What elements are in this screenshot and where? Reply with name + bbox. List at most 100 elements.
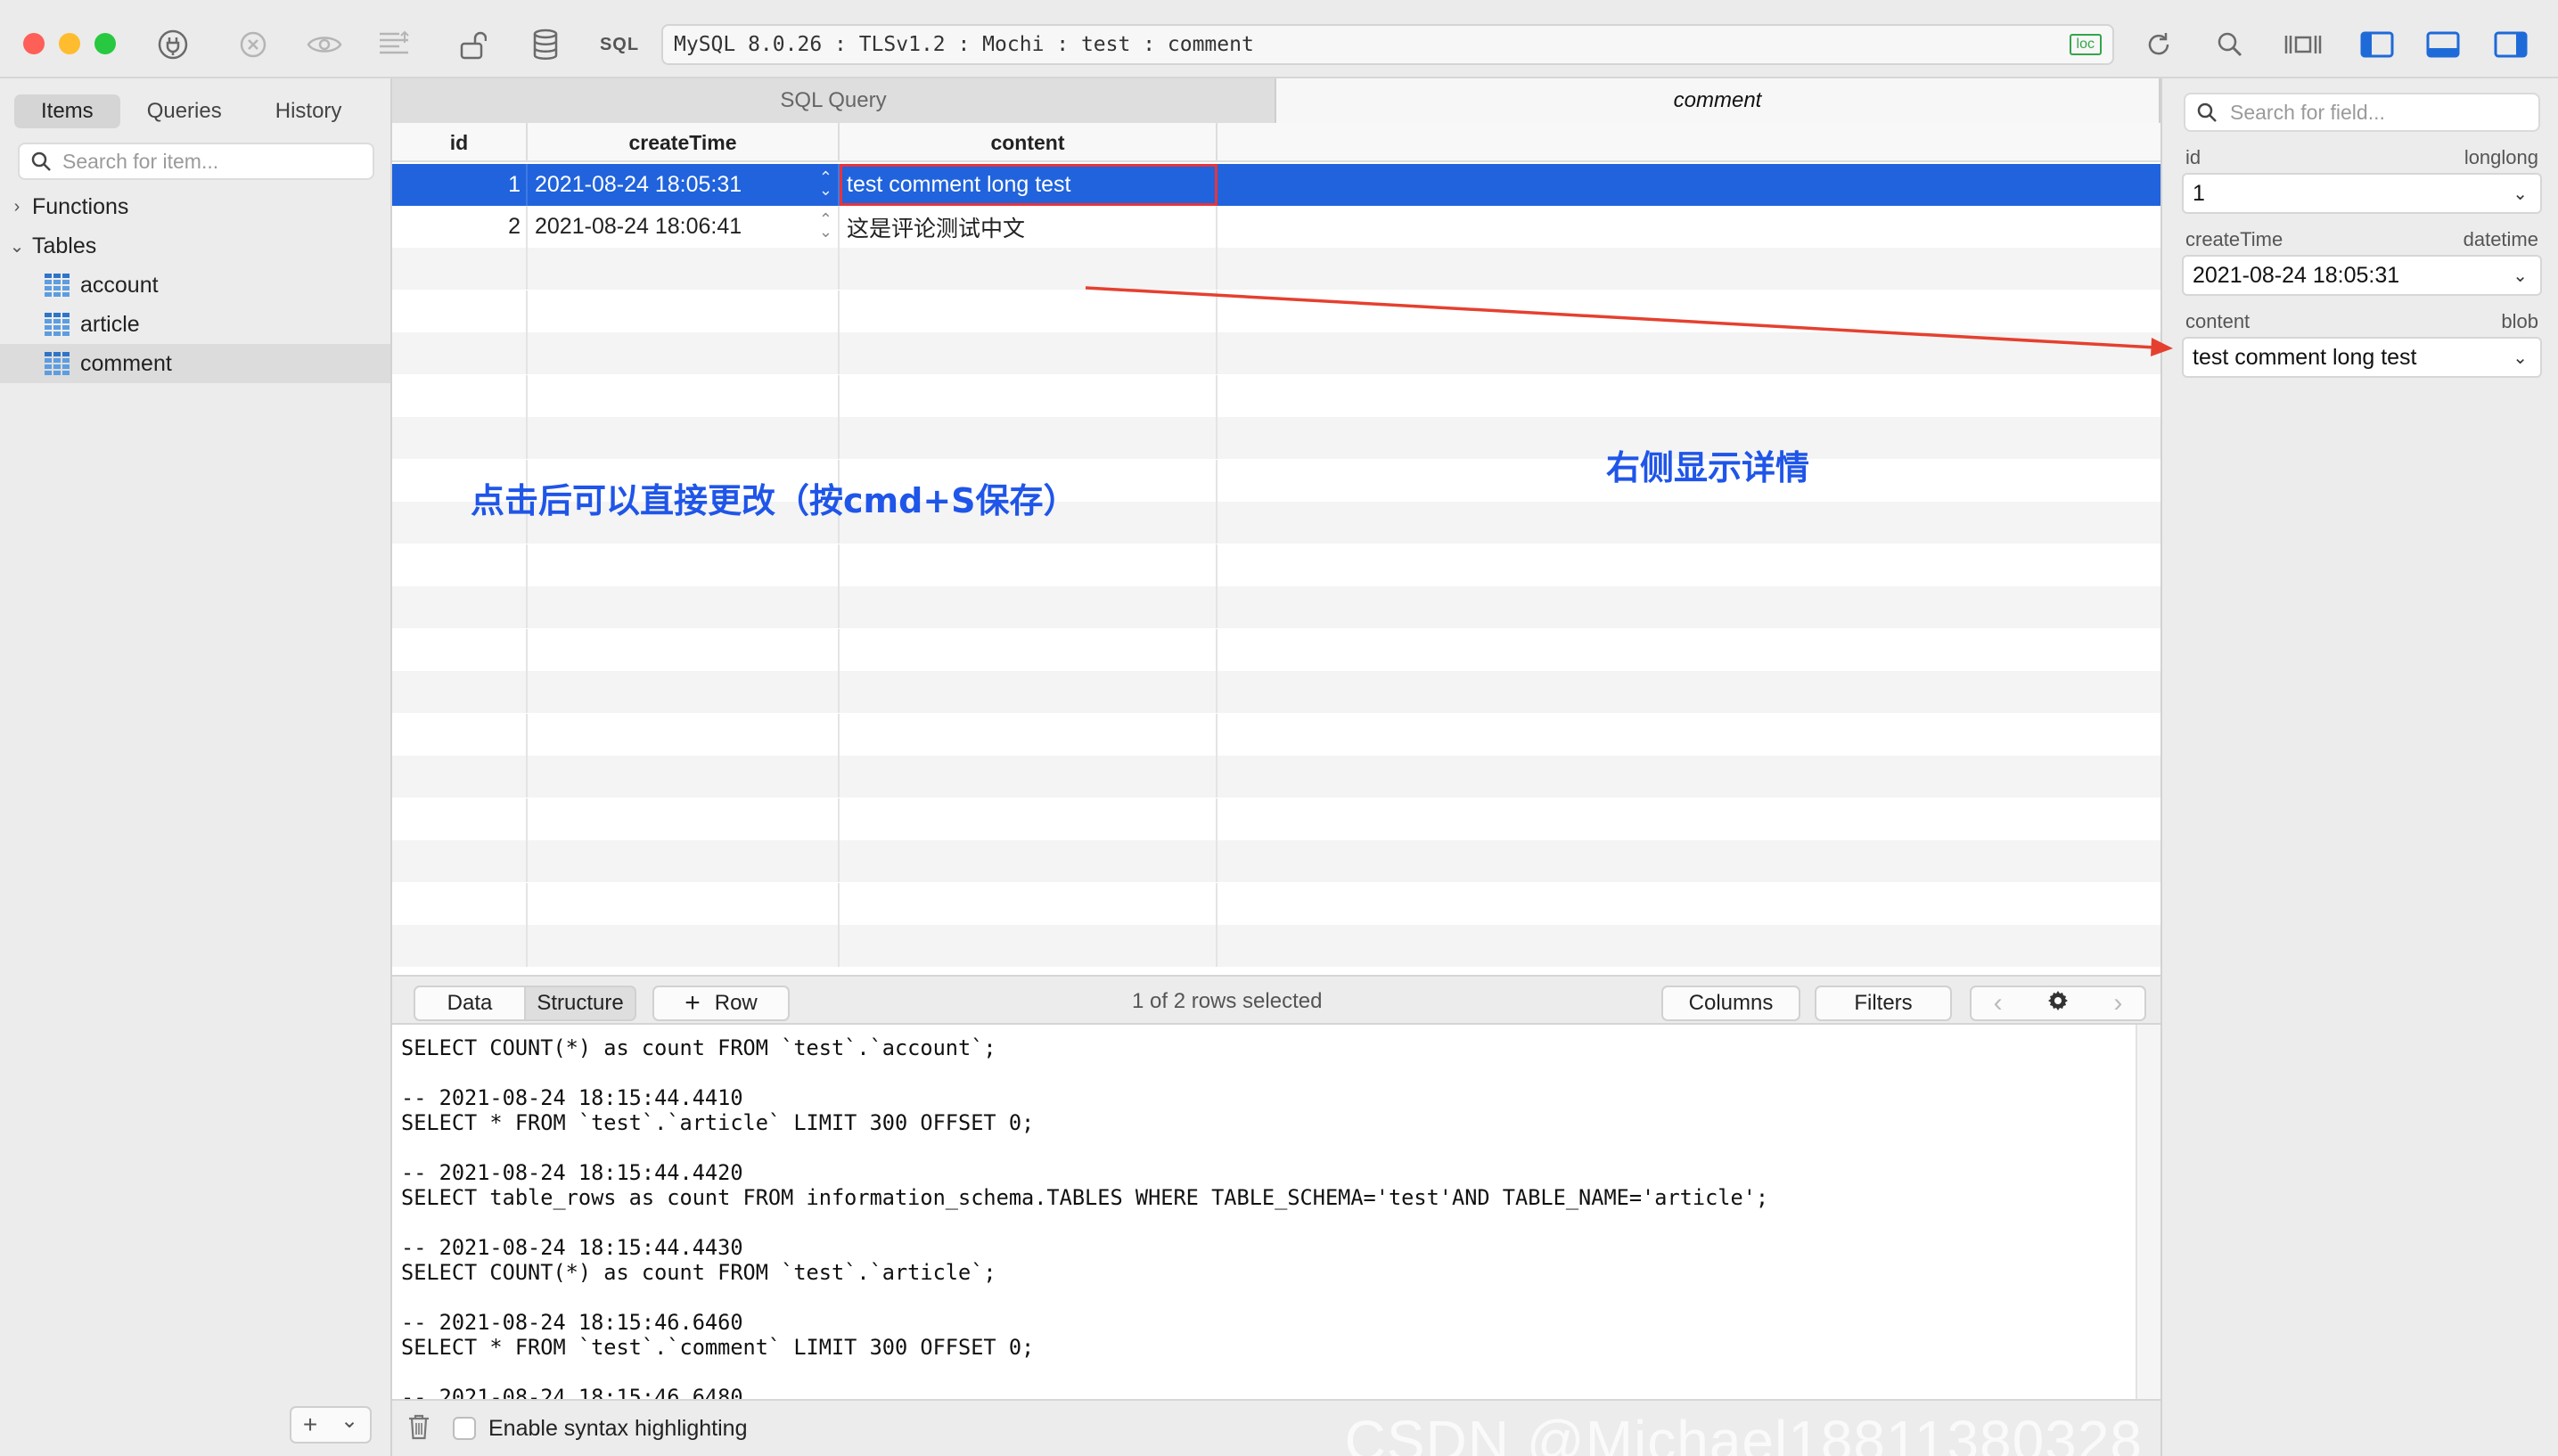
field-label-content: content blob: [2185, 310, 2538, 333]
field-search-input[interactable]: Search for field...: [2184, 93, 2540, 132]
chevron-down-icon[interactable]: ⌄: [2513, 265, 2528, 287]
chevron-down-icon[interactable]: ⌄: [340, 1408, 358, 1434]
format-text-icon[interactable]: [374, 27, 414, 62]
table-header: id createTime content: [392, 123, 2160, 162]
gear-icon[interactable]: [2046, 989, 2070, 1018]
previous-page-icon[interactable]: ‹: [1994, 988, 2003, 1018]
column-header-empty: [1218, 123, 2160, 160]
log-scrollbar[interactable]: [2136, 1025, 2160, 1456]
tree-group-functions[interactable]: › Functions: [0, 187, 390, 226]
stop-query-icon[interactable]: [234, 27, 273, 62]
structure-view-button[interactable]: Structure: [524, 986, 636, 1021]
cell-content[interactable]: 这是评论测试中文: [840, 206, 1218, 248]
table-icon: [45, 274, 70, 297]
connection-path-field: MySQL 8.0.26 : TLSv1.2 : Mochi : test : …: [661, 24, 2114, 65]
tab-items[interactable]: Items: [14, 94, 120, 128]
column-header-content[interactable]: content: [840, 123, 1218, 160]
chevron-down-icon[interactable]: ⌄: [2513, 183, 2528, 205]
data-view-button[interactable]: Data: [414, 986, 526, 1021]
zoom-window-button[interactable]: [94, 33, 116, 54]
syntax-highlighting-label: Enable syntax highlighting: [488, 1415, 748, 1441]
sidebar-item-comment[interactable]: comment: [0, 344, 390, 383]
filters-button[interactable]: Filters: [1815, 986, 1952, 1021]
field-value-content[interactable]: test comment long test ⌄: [2182, 337, 2542, 378]
add-row-button[interactable]: + Row: [652, 986, 790, 1021]
toggle-bottom-panel-icon[interactable]: [2423, 27, 2464, 62]
cell-content-editing[interactable]: test comment long test: [840, 164, 1218, 206]
table-icon: [45, 352, 70, 375]
sidebar-item-account[interactable]: account: [0, 266, 390, 305]
stepper-icon[interactable]: ⌃ ⌄: [819, 169, 832, 198]
empty-cell: [840, 332, 1218, 374]
table-row[interactable]: 1 2021-08-24 18:05:31 ⌃ ⌄ test comment lo…: [392, 164, 2160, 206]
log-line: SELECT * FROM `test`.`comment` LIMIT 300…: [401, 1335, 1035, 1360]
minimize-window-button[interactable]: [59, 33, 80, 54]
empty-cell: [528, 417, 840, 459]
stepper-icon[interactable]: ⌃ ⌄: [819, 211, 832, 240]
empty-cell: [1218, 883, 2160, 925]
column-header-id[interactable]: id: [392, 123, 528, 160]
field-type: datetime: [2463, 228, 2538, 250]
empty-cell: [840, 628, 1218, 671]
toggle-right-sidebar-icon[interactable]: [2490, 27, 2531, 62]
cell-createtime[interactable]: 2021-08-24 18:05:31 ⌃ ⌄: [528, 164, 840, 206]
cell-id[interactable]: 2: [392, 206, 528, 248]
tab-sql-query[interactable]: SQL Query: [392, 78, 1276, 123]
columns-button[interactable]: Columns: [1661, 986, 1800, 1021]
sidebar-item-article[interactable]: article: [0, 305, 390, 344]
sidebar-search-input[interactable]: Search for item...: [18, 143, 374, 180]
cell-id[interactable]: 1: [392, 164, 528, 206]
cell-createtime[interactable]: 2021-08-24 18:06:41 ⌃ ⌄: [528, 206, 840, 248]
empty-row: [392, 290, 2160, 332]
field-type: longlong: [2464, 146, 2538, 168]
field-value-createtime[interactable]: 2021-08-24 18:05:31 ⌄: [2182, 255, 2542, 296]
log-line: -- 2021-08-24 18:15:44.4410: [401, 1085, 743, 1110]
log-line: -- 2021-08-24 18:15:46.6460: [401, 1310, 743, 1335]
tab-history[interactable]: History: [249, 94, 369, 128]
annotation-edit-hint: 点击后可以直接更改（按cmd+S保存）: [471, 481, 1078, 520]
field-value-id[interactable]: 1 ⌄: [2182, 173, 2542, 214]
empty-cell: [1218, 544, 2160, 586]
unlock-icon[interactable]: [453, 27, 492, 62]
close-window-button[interactable]: [23, 33, 45, 54]
empty-cell: [1218, 756, 2160, 798]
syntax-highlighting-checkbox[interactable]: [453, 1417, 476, 1440]
tree-group-label: Functions: [32, 193, 129, 219]
column-header-createtime[interactable]: createTime: [528, 123, 840, 160]
sql-editor-button[interactable]: SQL: [597, 27, 642, 62]
search-icon[interactable]: [2210, 27, 2250, 62]
database-icon[interactable]: [526, 27, 565, 62]
empty-cell: [392, 248, 528, 290]
empty-cell: [392, 798, 528, 840]
empty-cell: [1218, 502, 2160, 544]
field-type: blob: [2501, 310, 2538, 332]
toggle-left-sidebar-icon[interactable]: [2357, 27, 2398, 62]
field-label-id: id longlong: [2185, 146, 2538, 169]
empty-cell: [528, 798, 840, 840]
table-row[interactable]: 2 2021-08-24 18:06:41 ⌃ ⌄ 这是评论测试中文: [392, 206, 2160, 248]
preview-eye-icon[interactable]: [303, 27, 346, 62]
empty-cell: [840, 925, 1218, 967]
empty-cell: [840, 290, 1218, 332]
connection-plug-icon[interactable]: [153, 27, 193, 62]
connection-path-text: MySQL 8.0.26 : TLSv1.2 : Mochi : test : …: [674, 33, 1254, 56]
empty-row: [392, 628, 2160, 671]
add-button[interactable]: +: [303, 1411, 317, 1439]
sidebar-item-label: article: [80, 311, 140, 337]
columns-layout-icon[interactable]: [2280, 27, 2326, 62]
empty-cell: [840, 544, 1218, 586]
chevron-down-icon[interactable]: ⌄: [4, 235, 30, 258]
sidebar: Items Queries History Search for item...…: [0, 78, 392, 1456]
chevron-right-icon[interactable]: ›: [4, 197, 30, 217]
next-page-icon[interactable]: ›: [2113, 988, 2122, 1018]
tab-queries[interactable]: Queries: [120, 94, 249, 128]
empty-row: [392, 248, 2160, 290]
empty-cell: [392, 713, 528, 756]
tab-comment[interactable]: comment: [1276, 78, 2160, 123]
refresh-icon[interactable]: [2139, 27, 2178, 62]
tree-group-tables[interactable]: ⌄ Tables: [0, 226, 390, 266]
trash-icon[interactable]: [406, 1412, 431, 1445]
chevron-down-icon[interactable]: ⌄: [2513, 347, 2528, 369]
empty-row: [392, 798, 2160, 840]
